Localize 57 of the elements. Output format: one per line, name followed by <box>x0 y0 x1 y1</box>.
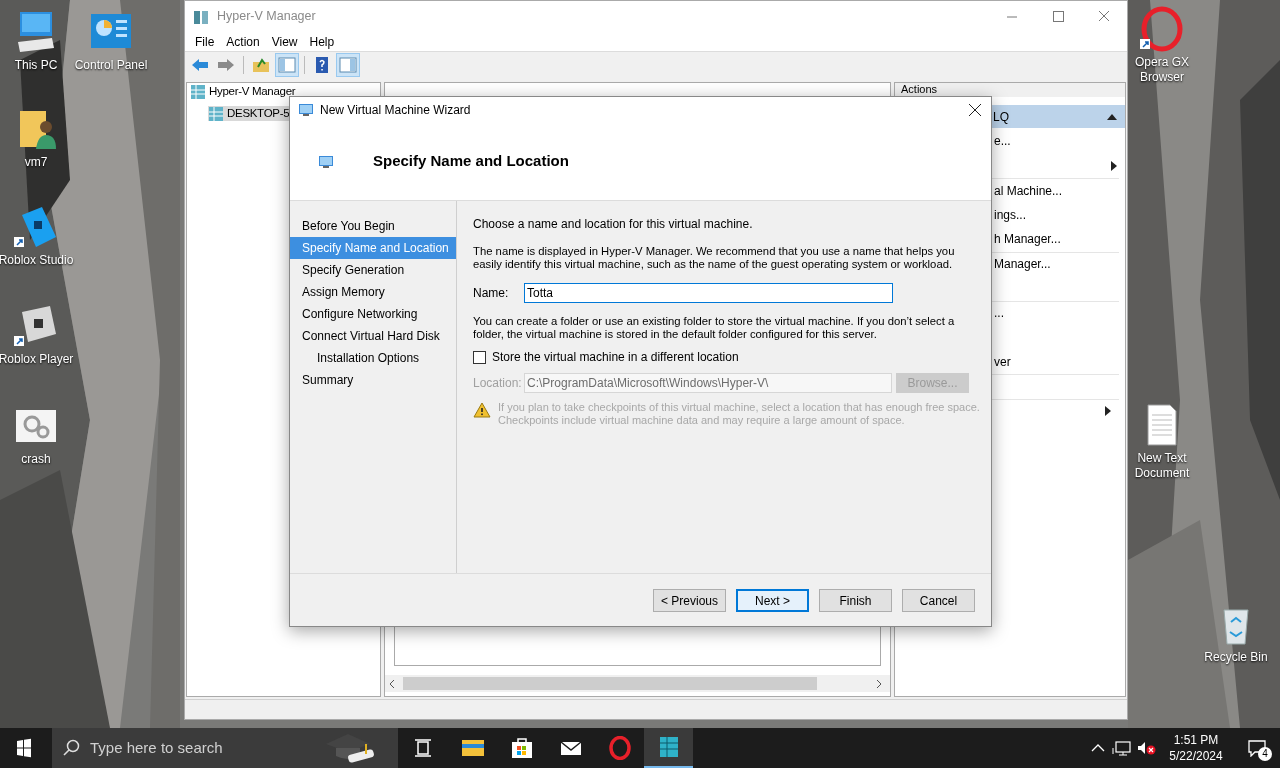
instruction-text: Choose a name and location for this virtual machine. <box>473 218 754 231</box>
icon-label: Roblox Studio <box>0 253 74 268</box>
wizard-step[interactable]: Before You Begin <box>290 215 456 237</box>
wizard-step[interactable]: Summary <box>290 369 456 391</box>
monitor-icon <box>298 103 314 117</box>
menu-item[interactable]: View <box>265 32 304 51</box>
dialog-button[interactable]: Next > <box>736 589 809 612</box>
monitor-icon <box>318 154 334 169</box>
search-field[interactable]: Type here to search <box>52 728 398 768</box>
icon-label: This PC <box>14 58 58 73</box>
search-placeholder: Type here to search <box>90 737 223 758</box>
menu-item[interactable]: Help <box>303 32 341 51</box>
icon-label: Roblox Player <box>0 352 74 367</box>
search-icon <box>62 739 80 757</box>
network-icon[interactable] <box>1110 740 1134 756</box>
horizontal-scrollbar[interactable] <box>385 675 890 692</box>
tree-item[interactable]: Hyper-V Manager <box>190 84 298 99</box>
warning-icon <box>473 402 491 418</box>
scrollbar-thumb[interactable] <box>403 677 817 690</box>
warning-text: If you plan to take checkpoints of this virtual machine, select a location that has enough free space. Checkpoints include virtual machine data and may require a large amount of space. <box>498 401 981 427</box>
submenu-arrow-icon[interactable] <box>1105 406 1111 417</box>
dialog-title: New Virtual Machine Wizard <box>320 102 471 119</box>
wizard-step[interactable]: Assign Memory <box>290 281 456 303</box>
wizard-step[interactable]: Connect Virtual Hard Disk <box>290 325 456 347</box>
icon-label: New Text Document <box>1133 451 1191 481</box>
icon-label: crash <box>21 452 51 467</box>
dialog-button[interactable]: Finish <box>819 589 892 612</box>
window-title: Hyper-V Manager <box>217 8 316 26</box>
collapse-icon <box>1107 113 1117 120</box>
icon-label: Opera GX Browser <box>1134 55 1190 85</box>
field-label: Location: <box>473 376 523 390</box>
icon-label: Recycle Bin <box>1204 650 1268 665</box>
wizard-step[interactable]: Specify Generation <box>290 259 456 281</box>
submenu-arrow-icon[interactable] <box>1111 160 1117 171</box>
checkbox[interactable] <box>473 351 486 364</box>
pane-title: Actions <box>901 83 938 96</box>
tree-item[interactable]: DESKTOP-5 <box>208 106 292 121</box>
notification-button[interactable]: 4 <box>1234 728 1280 768</box>
close-icon[interactable] <box>968 103 982 117</box>
menu-item[interactable]: File <box>189 32 221 51</box>
wizard-step[interactable]: Installation Options <box>290 347 456 369</box>
notification-count: 4 <box>1258 747 1272 761</box>
menu-item[interactable]: Action <box>220 32 266 51</box>
field-label: Name: <box>473 286 510 300</box>
dialog-heading: Specify Name and Location <box>373 151 569 172</box>
checkbox-label[interactable]: Store the virtual machine in a different location <box>492 351 739 364</box>
icon-label: vm7 <box>24 155 48 170</box>
server-icon <box>208 105 224 122</box>
dialog-button[interactable]: Cancel <box>902 589 975 612</box>
server-icon[interactable] <box>644 728 693 768</box>
dialog-button[interactable]: < Previous <box>653 589 726 612</box>
icon-label: Control Panel <box>74 58 148 73</box>
name-field[interactable]: Totta <box>524 283 893 303</box>
clock[interactable]: 1:51 PM 5/22/2024 <box>1158 732 1234 764</box>
speech-bubble-icon <box>1247 739 1267 757</box>
server-icon <box>193 8 209 25</box>
wizard-step[interactable]: Configure Networking <box>290 303 456 325</box>
